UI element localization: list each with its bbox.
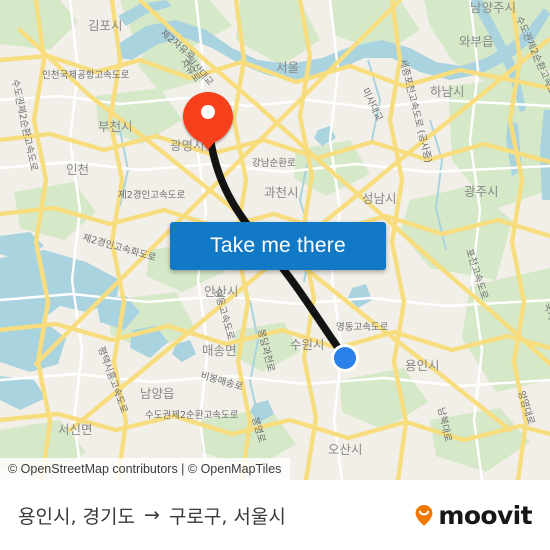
moovit-pin-icon <box>415 505 433 526</box>
map-label: 하남시 <box>430 84 465 99</box>
take-me-there-button[interactable]: Take me there <box>170 222 386 270</box>
moovit-wordmark: moovit <box>438 500 532 530</box>
destination-label: 구로구, 서울시 <box>168 505 286 528</box>
arrow-right-icon: → <box>143 504 160 526</box>
map-label: 남양읍 <box>140 386 175 401</box>
map-label: 과천시 <box>264 185 299 200</box>
map-label: 서신면 <box>58 422 93 437</box>
map-label: 김포시 <box>88 18 123 33</box>
map-label: 오산시 <box>328 442 363 457</box>
map-label: 광주시 <box>464 184 499 199</box>
map-label: 수원시 <box>290 337 325 352</box>
map-label: 매송면 <box>202 343 237 358</box>
map-label: 영동고속도로 <box>336 322 389 333</box>
map-label: 와부읍 <box>459 34 494 49</box>
moovit-logo[interactable]: moovit <box>411 500 533 530</box>
map-label: 강남순환로 <box>252 157 296 169</box>
map-label: 서울 <box>276 60 299 75</box>
origin-dot-marker[interactable] <box>331 344 359 372</box>
moovit-map-screen: 김포시 제2자유로 서울 남양주시 와부읍 일산대교 자유로 인천국제공항고속도로 수도권제2순… <box>0 0 550 550</box>
route-summary: 용인시, 경기도 → 구로구, 서울시 <box>18 502 286 529</box>
attribution-text: © OpenStreetMap contributors | © OpenMap… <box>8 462 282 476</box>
map-attribution: © OpenStreetMap contributors | © OpenMap… <box>0 458 291 480</box>
map-label: 인천국제공항고속도로 <box>42 70 130 81</box>
footer-bar: 용인시, 경기도 → 구로구, 서울시 moovit <box>0 480 550 550</box>
map-label: 용인시 <box>405 358 440 373</box>
map-label: 부천시 <box>98 119 133 134</box>
origin-label: 용인시, 경기도 <box>18 505 135 528</box>
map-label: 남양주시 <box>470 0 516 15</box>
map-label: 인천 <box>66 162 89 177</box>
map-canvas[interactable]: 김포시 제2자유로 서울 남양주시 와부읍 일산대교 자유로 인천국제공항고속도로 수도권제2순… <box>0 0 550 480</box>
map-label: 성남시 <box>362 191 397 206</box>
map-label: 수도권제2순환고속도로 <box>145 409 239 421</box>
map-label: 제2경인고속도로 <box>118 189 185 201</box>
